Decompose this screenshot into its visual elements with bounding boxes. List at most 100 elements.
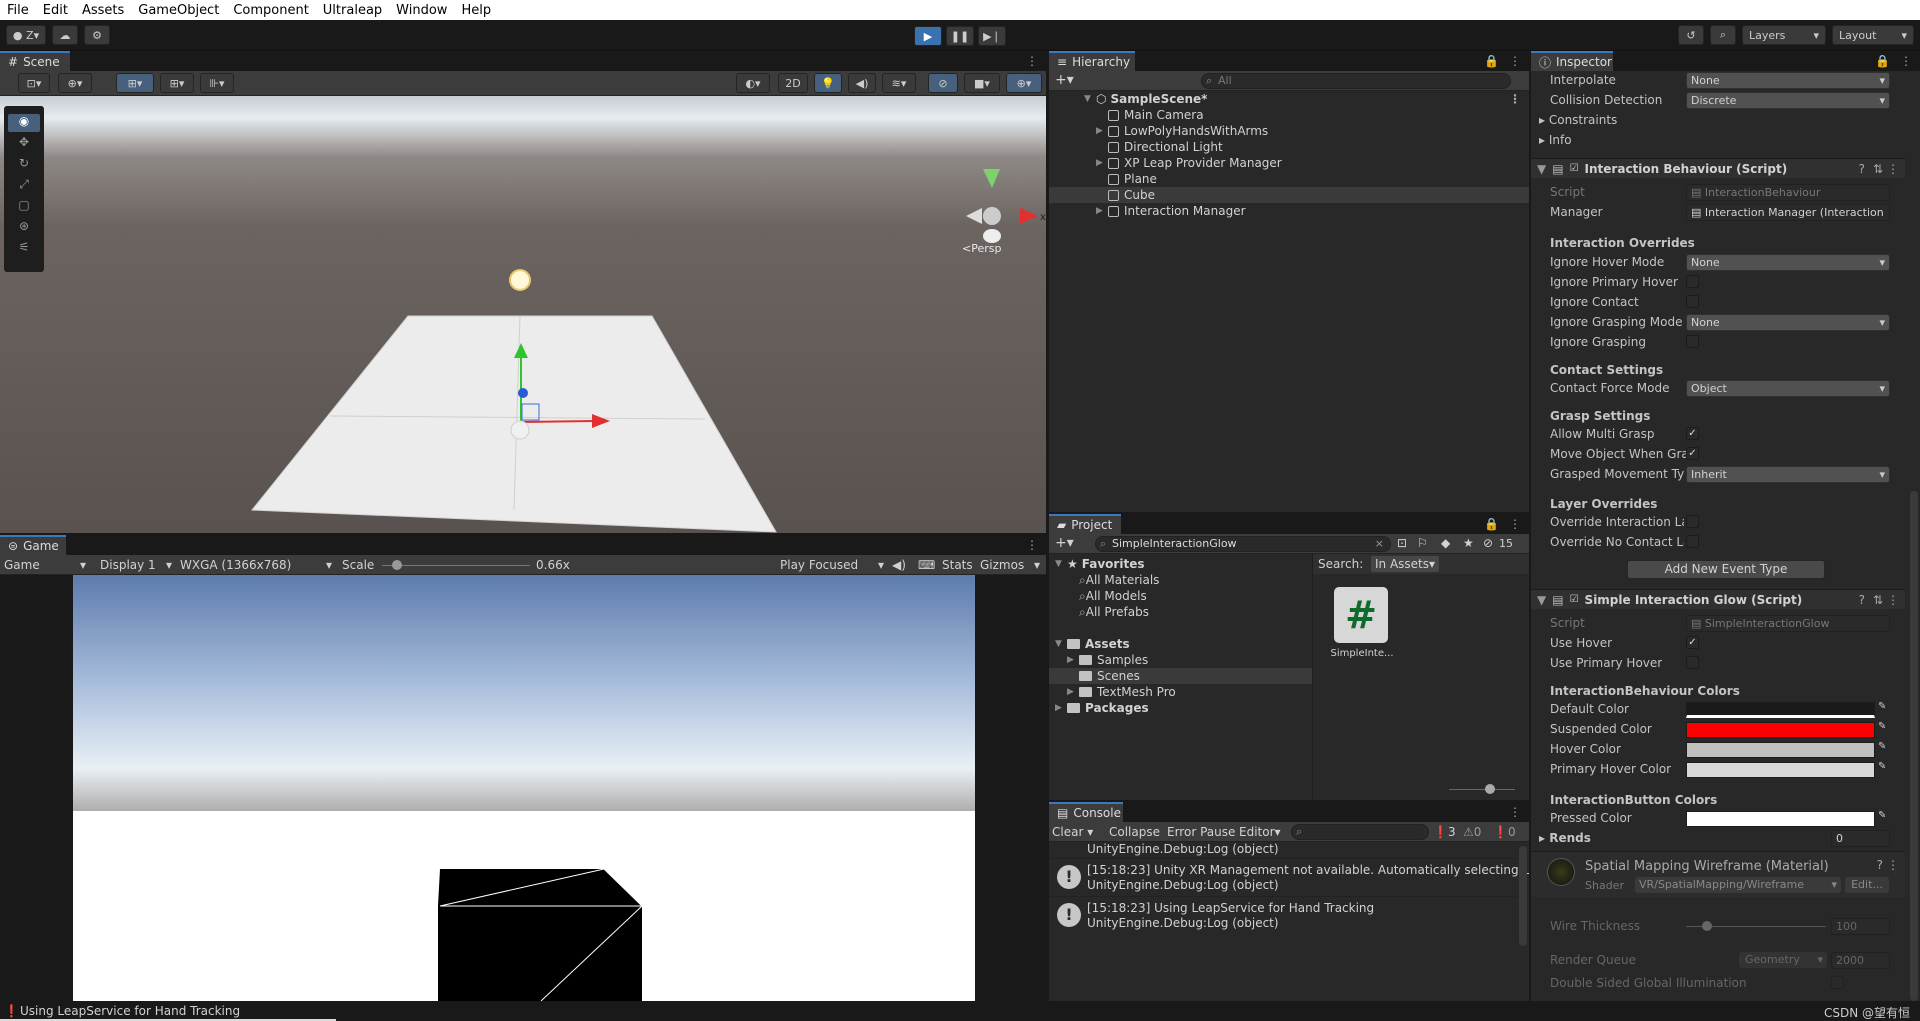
error-count-toggle[interactable]: ❗0 — [1493, 825, 1516, 839]
kebab-menu-icon[interactable]: ⋮ — [1509, 517, 1521, 531]
menu-item-ultraleap[interactable]: Ultraleap — [316, 3, 389, 18]
chevron-right-icon[interactable]: ▶ — [1096, 158, 1108, 168]
grid-snap-button[interactable]: ⊞▾ — [116, 73, 154, 93]
favorites-folder[interactable]: ▼ ★ Favorites — [1049, 556, 1312, 572]
global-button[interactable]: ⊕▾ — [58, 73, 92, 93]
kebab-menu-icon[interactable]: ⋮ — [1900, 54, 1912, 68]
game-viewport[interactable] — [73, 575, 975, 1001]
hierarchy-search-input[interactable]: ⌕ All — [1201, 73, 1511, 89]
assets-folder[interactable]: ▼ Assets — [1049, 636, 1312, 652]
help-icon[interactable]: ? — [1859, 593, 1865, 607]
pressed-color-field[interactable] — [1686, 811, 1875, 827]
allow-multi-checkbox[interactable]: ✓ — [1686, 427, 1699, 440]
ignore-hover-dropdown[interactable]: None — [1686, 254, 1890, 271]
move-object-checkbox[interactable]: ✓ — [1686, 447, 1699, 460]
collapse-button[interactable]: Collapse — [1109, 825, 1160, 839]
chevron-right-icon[interactable]: ▶ — [1096, 126, 1108, 136]
rotate-tool-icon[interactable]: ↻ — [8, 156, 40, 174]
menu-item-assets[interactable]: Assets — [75, 3, 131, 18]
project-search-input[interactable]: ⌕ SimpleInteractionGlow × — [1095, 536, 1391, 552]
menu-item-gameobject[interactable]: GameObject — [131, 3, 226, 18]
chevron-right-icon[interactable]: ▶ — [1067, 655, 1079, 665]
lock-icon[interactable]: 🔒 — [1484, 54, 1499, 68]
override-no-contact-checkbox[interactable] — [1686, 535, 1699, 548]
eyedropper-icon[interactable]: ✎ — [1878, 721, 1890, 735]
add-icon[interactable]: +▾ — [1055, 72, 1074, 88]
hover-color-field[interactable] — [1686, 742, 1875, 758]
z-axis-handle[interactable] — [518, 388, 528, 398]
hierarchy-item[interactable]: ▶ XP Leap Provider Manager — [1049, 155, 1529, 171]
kebab-menu-icon[interactable]: ⋮ — [1509, 54, 1521, 68]
log-count-toggle[interactable]: ❗3 — [1433, 825, 1456, 839]
rect-tool-icon[interactable]: ▢ — [8, 198, 40, 216]
chevron-right-icon[interactable]: ▶ — [1067, 687, 1079, 697]
draw-mode-button[interactable]: ◐▾ — [736, 73, 770, 93]
audio-button[interactable]: ◀) — [848, 73, 876, 93]
gizmos-button[interactable]: ⊕▾ — [1006, 73, 1042, 93]
add-event-button[interactable]: Add New Event Type — [1627, 560, 1825, 579]
interpolate-dropdown[interactable]: None — [1686, 72, 1890, 89]
chevron-right-icon[interactable]: ▶ — [1096, 206, 1108, 216]
shader-dropdown[interactable]: VR/SpatialMapping/Wireframe ▾ — [1635, 877, 1841, 893]
kebab-menu-icon[interactable]: ⋮ — [1887, 858, 1899, 872]
tab-project[interactable]: ▰ Project — [1049, 514, 1121, 534]
lock-icon[interactable]: 🔒 — [1875, 54, 1890, 68]
hierarchy-item[interactable]: Directional Light — [1049, 139, 1529, 155]
camera-settings-button[interactable]: ■▾ — [964, 73, 1000, 93]
snap-increment-button[interactable]: ⊞▾ — [160, 73, 194, 93]
packages-folder[interactable]: ▶ Packages — [1049, 700, 1312, 716]
tab-console[interactable]: ▤ Console — [1049, 802, 1123, 822]
x-axis-handle[interactable] — [520, 420, 595, 423]
use-primary-checkbox[interactable] — [1686, 656, 1699, 669]
pause-button[interactable]: ❚❚ — [946, 26, 974, 46]
resolution-dropdown[interactable]: WXGA (1366x768) ▾ — [180, 558, 332, 572]
play-button[interactable]: ▶ — [914, 26, 942, 46]
keyboard-icon[interactable]: ⌨ — [918, 558, 935, 572]
icon-size-slider[interactable] — [1449, 789, 1515, 790]
primary-hover-color-field[interactable] — [1686, 762, 1875, 778]
eyedropper-icon[interactable]: ✎ — [1878, 810, 1890, 824]
hierarchy-item[interactable]: Main Camera — [1049, 107, 1529, 123]
help-icon[interactable]: ? — [1859, 162, 1865, 176]
kebab-menu-icon[interactable]: ⋮ — [1887, 593, 1899, 607]
lock-icon[interactable]: 🔒 — [1484, 517, 1499, 531]
orientation-gizmo[interactable]: x — [966, 169, 1046, 243]
kebab-menu-icon[interactable]: ⋮ — [1026, 54, 1038, 68]
menu-item-window[interactable]: Window — [389, 3, 454, 18]
tool-handle-button[interactable]: ⊡▾ — [18, 73, 50, 93]
interaction-behaviour-header[interactable]: ▼ ▤ ☑ Interaction Behaviour (Script) ? ⇅… — [1531, 158, 1905, 178]
render-queue-dropdown[interactable]: Geometry ▾ — [1739, 952, 1827, 968]
kebab-menu-icon[interactable]: ⋮ — [1887, 162, 1899, 176]
favorite-item[interactable]: ⌕ All Models — [1049, 588, 1312, 604]
enabled-checkbox[interactable]: ☑ — [1570, 163, 1579, 174]
mute-audio-icon[interactable]: ◀) — [892, 558, 906, 572]
move-tool-icon[interactable]: ✥ — [8, 135, 40, 153]
gizmos-dropdown[interactable]: Gizmos ▾ — [980, 558, 1040, 572]
eyedropper-icon[interactable]: ✎ — [1878, 741, 1890, 755]
scale-tool-icon[interactable]: ⤢ — [8, 177, 40, 195]
ignore-primary-checkbox[interactable] — [1686, 275, 1699, 288]
script-file-name[interactable]: SimpleInte... — [1329, 648, 1395, 659]
warning-count-toggle[interactable]: ⚠0 — [1463, 825, 1481, 839]
status-message[interactable]: Using LeapService for Hand Tracking — [20, 1004, 240, 1018]
asset-folder-item[interactable]: Scenes — [1049, 668, 1312, 684]
settings-icon[interactable]: ⇅ — [1873, 593, 1883, 607]
console-message[interactable]: ! [15:18:23] Using LeapService for Hand T… — [1049, 896, 1517, 932]
transform-tool-icon[interactable]: ⊛ — [8, 219, 40, 237]
menu-item-edit[interactable]: Edit — [36, 3, 75, 18]
icon-size-slider-thumb[interactable] — [1485, 784, 1495, 794]
hidden-packages-icon[interactable]: ⊘ — [1483, 536, 1493, 550]
step-button[interactable]: ▶❘ — [978, 26, 1006, 46]
ignore-grasping-mode-dropdown[interactable]: None — [1686, 314, 1890, 331]
custom-tool-icon[interactable]: ⚟ — [8, 240, 40, 258]
kebab-menu-icon[interactable]: ⋮ — [1509, 92, 1521, 106]
ignore-contact-checkbox[interactable] — [1686, 295, 1699, 308]
simple-interaction-glow-header[interactable]: ▼ ▤ ☑ Simple Interaction Glow (Script) ?… — [1531, 589, 1905, 609]
console-message[interactable]: ! [15:18:23] Unity XR Management not avai… — [1049, 858, 1529, 894]
scene-viewport[interactable]: x <Persp ◉ ✥ ↻ ⤢ ▢ ⊛ ⚟ — [0, 96, 1046, 533]
toggle-2d-button[interactable]: 2D — [778, 73, 808, 93]
clear-button[interactable]: Clear ▾ — [1052, 825, 1093, 839]
view-tool-icon[interactable]: ◉ — [8, 114, 40, 132]
history-button[interactable]: ↺ — [1678, 25, 1704, 45]
default-color-field[interactable] — [1686, 702, 1875, 718]
